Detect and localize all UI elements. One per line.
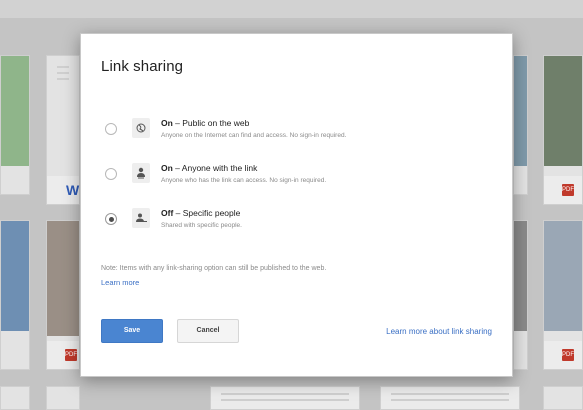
option-specific-people[interactable]: Off – Specific people Shared with specif… [101,205,501,241]
globe-icon [132,118,150,138]
option-anyone-with-link[interactable]: On – Anyone with the link Anyone who has… [101,160,501,196]
option-description: Anyone on the Internet can find and acce… [161,132,347,139]
pdf-badge-icon: PDF [65,349,77,361]
docs-badge-icon: W [66,182,80,198]
option-label: – Anyone with the link [172,163,258,173]
file-tile: PDF [46,220,80,370]
option-heading: On – Public on the web [161,118,249,128]
file-tile [0,55,30,195]
publish-note: Note: Items with any link-sharing option… [101,265,327,272]
learn-more-link-sharing[interactable]: Learn more about link sharing [386,327,492,336]
option-state: On [161,118,173,128]
file-tile: W [46,55,80,205]
cancel-button[interactable]: Cancel [177,319,239,343]
people-icon [132,208,150,228]
option-description: Shared with specific people. [161,222,242,229]
option-heading: Off – Specific people [161,208,240,218]
file-tile [380,386,520,410]
link-sharing-dialog: Link sharing On – Public on the web Anyo… [80,33,513,377]
person-link-icon [132,163,150,183]
dialog-title: Link sharing [101,58,184,75]
option-public-on-web[interactable]: On – Public on the web Anyone on the Int… [101,115,501,151]
file-tile: PDF [543,55,583,205]
radio-public-on-web[interactable] [105,123,117,135]
file-tile [513,220,528,370]
option-label: – Public on the web [172,118,250,128]
option-state: Off [161,208,174,218]
file-tile: PDF [543,220,583,370]
radio-anyone-with-link[interactable] [105,168,117,180]
file-tile [543,386,583,410]
pdf-badge-icon: PDF [562,184,574,196]
file-tile [513,55,528,195]
pdf-badge-icon: PDF [562,349,574,361]
radio-specific-people[interactable] [105,213,117,225]
option-heading: On – Anyone with the link [161,163,257,173]
top-bar [0,0,583,18]
option-label: – Specific people [173,208,241,218]
option-description: Anyone who has the link can access. No s… [161,177,327,184]
learn-more-link[interactable]: Learn more [101,278,139,287]
file-tile [0,220,30,370]
option-state: On [161,163,173,173]
save-button[interactable]: Save [101,319,163,343]
file-tile [46,386,80,410]
file-tile [0,386,30,410]
file-tile [210,386,360,410]
